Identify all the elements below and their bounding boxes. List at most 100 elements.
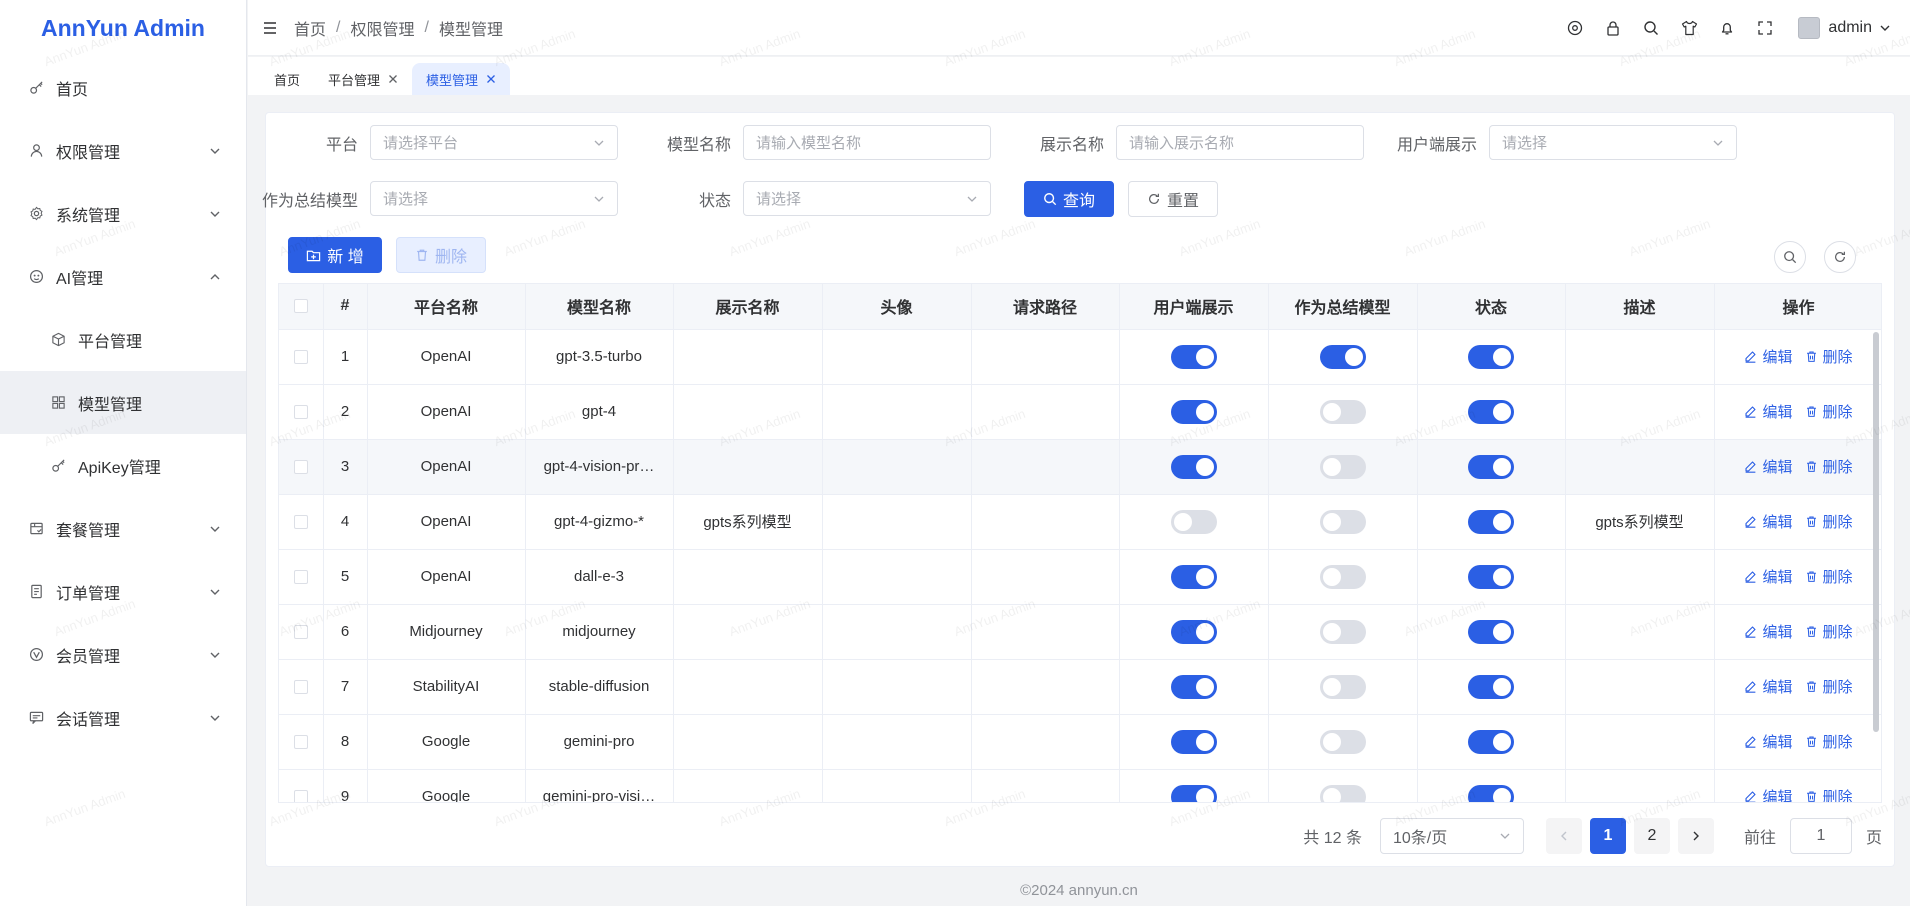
client-display-select[interactable]: 请选择 [1489,125,1737,160]
edit-button[interactable]: 编辑 [1744,621,1793,642]
select-all-checkbox[interactable] [293,299,308,314]
batch-delete-button[interactable]: 删除 [396,237,486,273]
row-checkbox[interactable] [293,735,308,750]
summary-model-switch[interactable] [1319,619,1366,644]
client-display-switch[interactable] [1170,344,1217,369]
search-icon[interactable] [1642,19,1660,37]
summary-model-switch[interactable] [1319,674,1366,699]
close-icon[interactable] [388,71,398,87]
lock-icon[interactable] [1604,19,1622,37]
status-switch[interactable] [1468,344,1514,369]
sidebar-item-4[interactable]: 平台管理 [0,308,246,371]
status-switch[interactable] [1468,784,1514,802]
delete-button[interactable]: 删除 [1805,511,1853,532]
sidebar-item-3[interactable]: AI管理 [0,245,246,308]
table-scrollbar[interactable] [1873,332,1879,732]
goto-page-input[interactable]: 1 [1789,818,1852,854]
app-logo[interactable]: AnnYun Admin [0,0,246,56]
delete-button[interactable]: 删除 [1805,731,1853,752]
delete-button[interactable]: 删除 [1805,621,1853,642]
row-checkbox[interactable] [293,350,308,365]
client-display-switch[interactable] [1170,399,1217,424]
status-switch[interactable] [1468,674,1514,699]
summary-model-switch[interactable] [1319,564,1366,589]
delete-button[interactable]: 删除 [1805,456,1853,477]
summary-model-switch[interactable] [1319,399,1366,424]
sidebar-item-7[interactable]: 套餐管理 [0,497,246,560]
status-switch[interactable] [1468,509,1514,534]
edit-button[interactable]: 编辑 [1744,676,1793,697]
query-button[interactable]: 查询 [1024,181,1114,217]
tab-1[interactable]: 平台管理 [314,63,412,95]
row-checkbox[interactable] [293,515,308,530]
client-display-switch[interactable] [1170,564,1217,589]
summary-model-switch[interactable] [1319,784,1366,802]
summary-model-switch[interactable] [1319,729,1366,754]
menu-toggle-icon[interactable] [262,20,278,36]
breadcrumb-home[interactable]: 首页 [294,16,326,40]
client-display-switch[interactable] [1170,509,1217,534]
client-display-switch[interactable] [1170,619,1217,644]
row-checkbox[interactable] [293,680,308,695]
delete-button[interactable]: 删除 [1805,566,1853,587]
status-switch[interactable] [1468,454,1514,479]
delete-button[interactable]: 删除 [1805,786,1853,802]
delete-button[interactable]: 删除 [1805,676,1853,697]
sidebar-item-9[interactable]: 会员管理 [0,623,246,686]
row-checkbox[interactable] [293,790,308,802]
delete-button[interactable]: 删除 [1805,346,1853,367]
edit-button[interactable]: 编辑 [1744,401,1793,422]
row-checkbox[interactable] [293,460,308,475]
eye-icon[interactable] [1566,19,1584,37]
sidebar-item-0[interactable]: 首页 [0,56,246,119]
bell-icon[interactable] [1718,19,1736,37]
client-display-switch[interactable] [1170,784,1217,802]
model-name-input[interactable]: 请输入模型名称 [743,125,991,160]
table-search-button[interactable] [1774,241,1806,273]
sidebar-item-6[interactable]: ApiKey管理 [0,434,246,497]
user-menu[interactable]: admin [1798,16,1892,39]
edit-button[interactable]: 编辑 [1744,511,1793,532]
client-display-switch[interactable] [1170,674,1217,699]
table-refresh-button[interactable] [1824,241,1856,273]
client-display-switch[interactable] [1170,729,1217,754]
page-button-2[interactable]: 2 [1633,818,1670,854]
edit-button[interactable]: 编辑 [1744,346,1793,367]
tab-0[interactable]: 首页 [260,63,314,95]
reset-button[interactable]: 重置 [1128,181,1218,217]
delete-button[interactable]: 删除 [1805,401,1853,422]
edit-button[interactable]: 编辑 [1744,731,1793,752]
sidebar-item-2[interactable]: 系统管理 [0,182,246,245]
page-button-1[interactable]: 1 [1589,818,1626,854]
prev-page-button[interactable] [1545,818,1582,854]
sidebar-item-10[interactable]: 会话管理 [0,686,246,749]
row-checkbox[interactable] [293,570,308,585]
next-page-button[interactable] [1677,818,1714,854]
edit-button[interactable]: 编辑 [1744,456,1793,477]
edit-button[interactable]: 编辑 [1744,786,1793,802]
row-checkbox[interactable] [293,405,308,420]
display-name-input[interactable]: 请输入展示名称 [1116,125,1364,160]
breadcrumb-permission[interactable]: 权限管理 [350,16,414,40]
summary-model-select[interactable]: 请选择 [370,181,618,216]
status-switch[interactable] [1468,564,1514,589]
fullscreen-icon[interactable] [1756,19,1774,37]
summary-model-switch[interactable] [1319,344,1366,369]
add-button[interactable]: 新 增 [288,237,382,273]
status-switch[interactable] [1468,619,1514,644]
sidebar-item-8[interactable]: 订单管理 [0,560,246,623]
sidebar-item-1[interactable]: 权限管理 [0,119,246,182]
row-checkbox[interactable] [293,625,308,640]
client-display-switch[interactable] [1170,454,1217,479]
summary-model-switch[interactable] [1319,509,1366,534]
platform-select[interactable]: 请选择平台 [370,125,618,160]
status-switch[interactable] [1468,399,1514,424]
edit-button[interactable]: 编辑 [1744,566,1793,587]
status-switch[interactable] [1468,729,1514,754]
sidebar-item-5[interactable]: 模型管理 [0,371,246,434]
status-select[interactable]: 请选择 [743,181,991,216]
theme-shirt-icon[interactable] [1680,19,1698,37]
close-icon[interactable] [486,71,496,87]
page-size-select[interactable]: 10条/页 [1379,818,1524,854]
summary-model-switch[interactable] [1319,454,1366,479]
